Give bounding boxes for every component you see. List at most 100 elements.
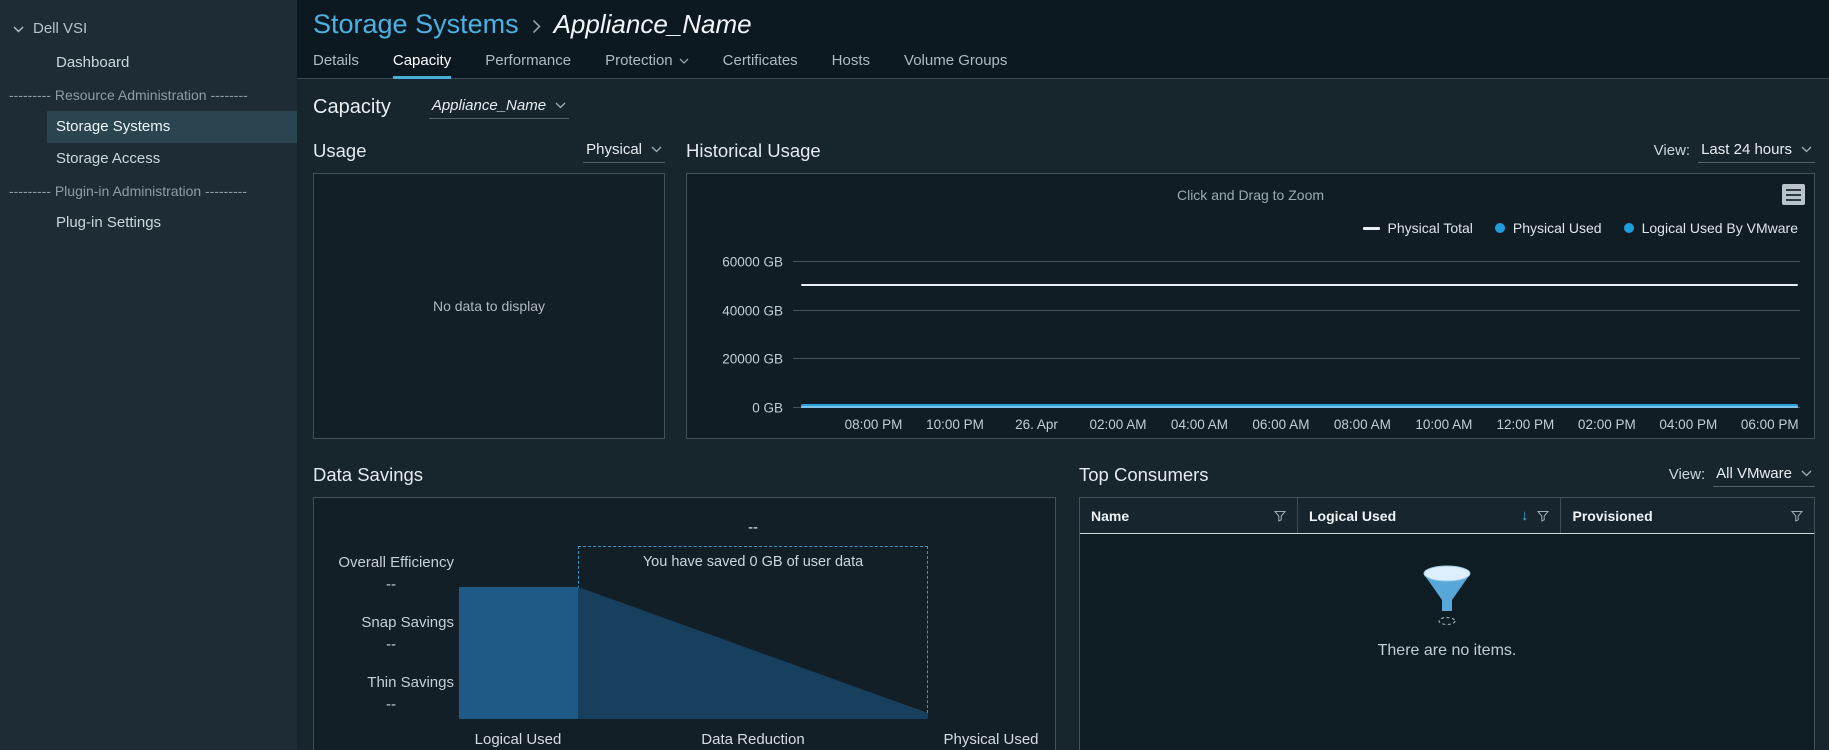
consumers-view-value: All VMware: [1716, 465, 1792, 482]
legend-dot-swatch: [1495, 223, 1505, 233]
gridline: [793, 261, 1800, 262]
savings-metric-snap-savings: Snap Savings--: [328, 614, 454, 653]
sidebar-section-divider: --------- Resource Administration ------…: [0, 79, 297, 111]
tab-bar: Details Capacity Performance Protection Cert…: [297, 44, 1829, 78]
x-tick-label: 08:00 AM: [1334, 417, 1391, 432]
view-label: View:: [1669, 466, 1705, 483]
usage-type-value: Physical: [586, 141, 642, 158]
savings-annotation-value: --: [578, 519, 928, 536]
x-tick-label: 04:00 AM: [1171, 417, 1228, 432]
historical-usage-section: Historical Usage View: Last 24 hours: [686, 137, 1815, 439]
tab-details[interactable]: Details: [313, 44, 359, 79]
x-tick-label: 26. Apr: [1015, 417, 1058, 432]
filter-icon[interactable]: [1537, 510, 1549, 522]
x-tick-label: 10:00 PM: [926, 417, 984, 432]
breadcrumb-current: Appliance_Name: [554, 9, 752, 40]
appliance-selector-value: Appliance_Name: [432, 97, 546, 114]
stage-label-logical-used: Logical Used: [475, 731, 562, 748]
usage-section: Usage Physical No data to display: [313, 137, 665, 439]
historical-usage-title: Historical Usage: [686, 140, 821, 162]
legend-logical-used-by-vmware[interactable]: Logical Used By VMware: [1624, 220, 1798, 236]
usage-empty-text: No data to display: [433, 298, 545, 314]
historical-y-axis: 0 GB20000 GB40000 GB60000 GB: [701, 250, 793, 408]
breadcrumb-storage-systems-link[interactable]: Storage Systems: [313, 9, 519, 40]
x-tick-label: 02:00 AM: [1089, 417, 1146, 432]
x-tick-label: 08:00 PM: [845, 417, 903, 432]
filter-icon[interactable]: [1791, 510, 1803, 522]
sidebar-item-storage-access[interactable]: Storage Access: [47, 143, 297, 175]
chevron-down-icon: [679, 56, 689, 64]
legend-dot-swatch: [1624, 223, 1634, 233]
legend-line-swatch: [1363, 227, 1380, 230]
data-savings-section: Data Savings Overall Efficiency--Snap Sa…: [313, 461, 1056, 750]
chart-legend: Physical Total Physical Used Logical Used …: [1363, 220, 1798, 236]
legend-physical-total[interactable]: Physical Total: [1363, 220, 1473, 236]
consumers-view-selector[interactable]: All VMware: [1713, 463, 1815, 487]
breadcrumb: Storage Systems Appliance_Name: [297, 0, 1829, 44]
usage-panel: No data to display: [313, 173, 665, 439]
series-line-physical-total: [801, 284, 1798, 286]
view-label: View:: [1654, 142, 1690, 159]
historical-view-selector[interactable]: Last 24 hours: [1698, 139, 1815, 163]
chevron-down-icon: [13, 20, 24, 37]
sidebar-section-divider: --------- Plugin-in Administration -----…: [0, 175, 297, 207]
filter-icon[interactable]: [1274, 510, 1286, 522]
legend-physical-used[interactable]: Physical Used: [1495, 220, 1602, 236]
top-consumers-panel: NameLogical Used↓Provisioned There are n…: [1079, 497, 1815, 750]
stage-label-data-reduction: Data Reduction: [701, 731, 804, 748]
sidebar-root-toggle[interactable]: Dell VSI: [0, 10, 297, 47]
column-header-name[interactable]: Name: [1080, 498, 1298, 533]
column-header-logical-used[interactable]: Logical Used↓: [1298, 498, 1562, 533]
x-tick-label: 10:00 AM: [1415, 417, 1472, 432]
sort-descending-icon[interactable]: ↓: [1521, 508, 1529, 523]
series-line-logical-used-by-vmware: [801, 406, 1798, 408]
usage-title: Usage: [313, 140, 366, 162]
chevron-right-icon: [532, 16, 541, 34]
chevron-down-icon: [651, 146, 662, 153]
main-area: Storage Systems Appliance_Name DetailsCa…: [297, 0, 1829, 750]
savings-metrics: Overall Efficiency--Snap Savings--Thin S…: [328, 554, 454, 713]
x-tick-label: 06:00 AM: [1252, 417, 1309, 432]
chart-menu-button[interactable]: [1782, 184, 1805, 205]
x-tick-label: 02:00 PM: [1578, 417, 1636, 432]
tab-protection[interactable]: Protection: [605, 44, 689, 79]
y-tick-label: 40000 GB: [722, 303, 783, 318]
x-tick-label: 04:00 PM: [1659, 417, 1717, 432]
tab-hosts[interactable]: Hosts: [832, 44, 870, 79]
topbar: Storage Systems Appliance_Name Details Ca…: [297, 0, 1829, 79]
sidebar-item-plug-in-settings[interactable]: Plug-in Settings: [47, 207, 297, 239]
sidebar-nav: Dashboard--------- Resource Administrati…: [0, 47, 297, 239]
content-area: Capacity Appliance_Name Usage Physical: [297, 79, 1829, 750]
tab-performance[interactable]: Performance: [485, 44, 571, 79]
sidebar-root-label: Dell VSI: [33, 20, 87, 37]
appliance-selector[interactable]: Appliance_Name: [429, 95, 569, 119]
historical-view-value: Last 24 hours: [1701, 141, 1792, 158]
x-tick-label: 06:00 PM: [1741, 417, 1799, 432]
top-consumers-title: Top Consumers: [1079, 464, 1209, 486]
historical-chart-panel: Click and Drag to Zoom Physical TotalPhy…: [686, 173, 1815, 439]
usage-type-selector[interactable]: Physical: [583, 139, 665, 163]
column-header-provisioned[interactable]: Provisioned: [1561, 498, 1813, 533]
tab-capacity[interactable]: Capacity: [393, 44, 451, 79]
tab-volume-groups[interactable]: Volume Groups: [904, 44, 1007, 79]
historical-plot[interactable]: [793, 250, 1800, 408]
chart-zoom-hint: Click and Drag to Zoom: [687, 187, 1814, 203]
x-tick-label: 12:00 PM: [1496, 417, 1554, 432]
sidebar: Dell VSI Dashboard--------- Resource Adm…: [0, 0, 297, 750]
savings-annotation-text: You have saved 0 GB of user data: [578, 554, 928, 570]
consumers-table-header: NameLogical Used↓Provisioned: [1080, 498, 1814, 534]
sidebar-item-storage-systems[interactable]: Storage Systems: [47, 111, 297, 143]
y-tick-label: 20000 GB: [722, 352, 783, 367]
gridline: [793, 358, 1800, 359]
sidebar-item-dashboard[interactable]: Dashboard: [47, 47, 297, 79]
tab-certificates[interactable]: Certificates: [723, 44, 798, 79]
top-consumers-section: Top Consumers View: All VMware: [1079, 461, 1815, 750]
capacity-row: Capacity Appliance_Name: [313, 93, 1815, 121]
data-savings-panel: Overall Efficiency--Snap Savings--Thin S…: [313, 497, 1056, 750]
chevron-down-icon: [555, 102, 566, 109]
consumers-empty-state: There are no items.: [1080, 534, 1814, 750]
stage-label-physical-used: Physical Used: [943, 731, 1038, 748]
savings-funnel-chart: [459, 587, 929, 719]
savings-metric-overall-efficiency: Overall Efficiency--: [328, 554, 454, 593]
app-window: Dell VSI Dashboard--------- Resource Adm…: [0, 0, 1829, 750]
